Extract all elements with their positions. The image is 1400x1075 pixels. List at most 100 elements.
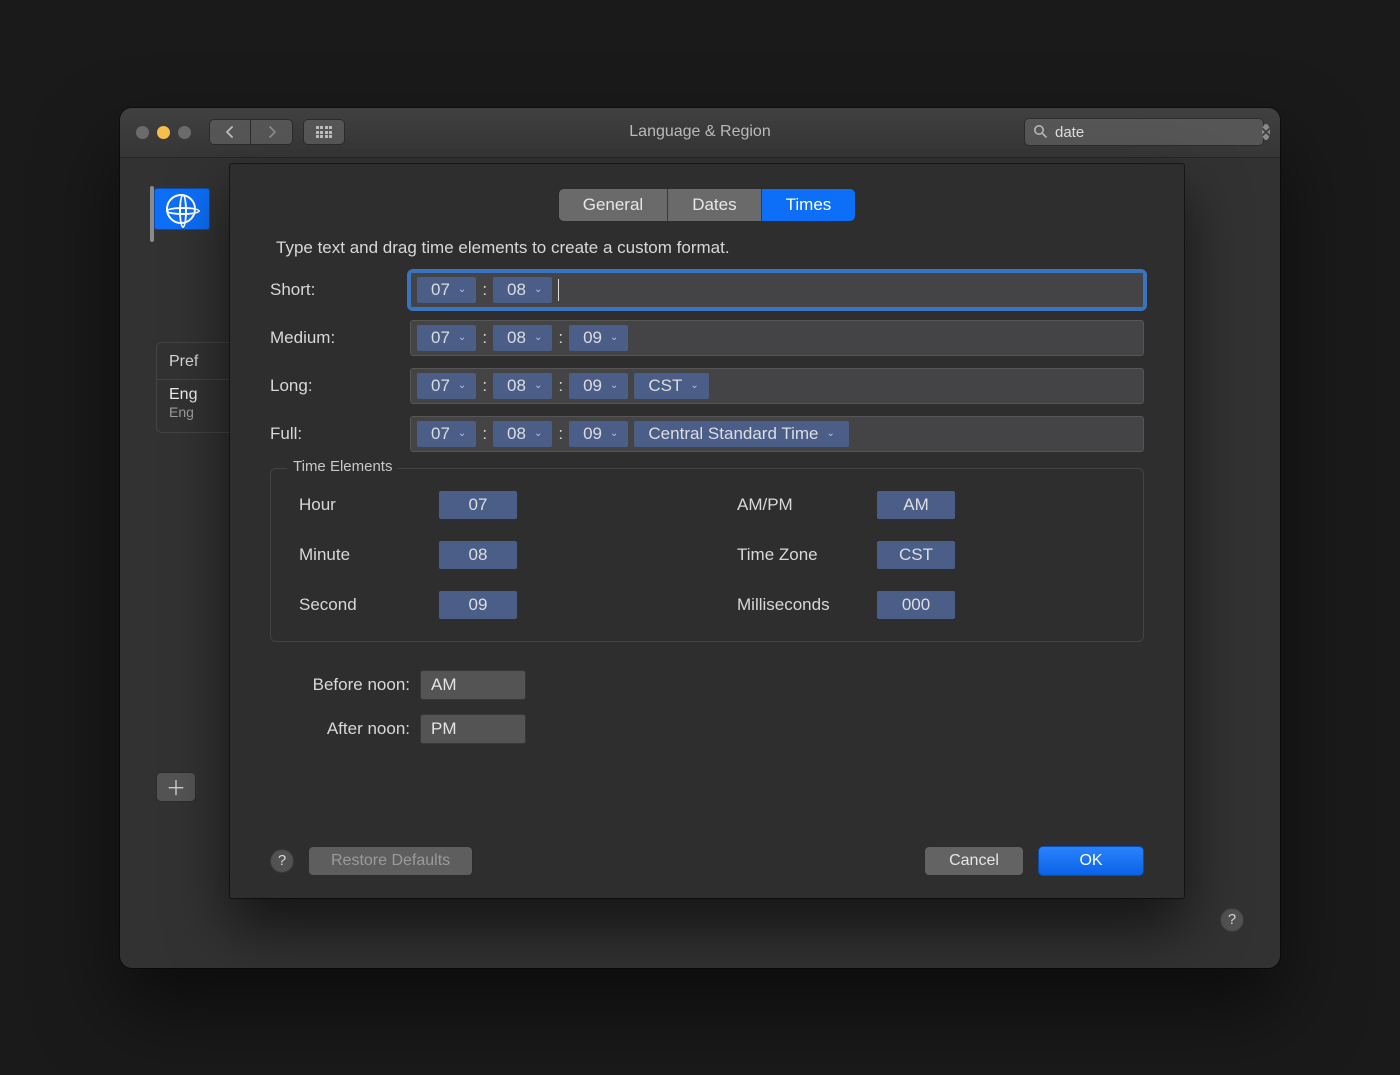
format-label: Long: xyxy=(270,376,410,396)
maximize-icon[interactable] xyxy=(178,126,191,139)
noon-rows: Before noon: AM After noon: PM xyxy=(270,670,1144,744)
before-noon-label: Before noon: xyxy=(270,675,420,695)
chevron-down-icon: ⌄ xyxy=(458,380,466,391)
minute-token[interactable]: 08⌄ xyxy=(493,277,552,303)
help-button[interactable]: ? xyxy=(1220,908,1244,932)
forward-button[interactable] xyxy=(251,119,293,145)
chevron-down-icon: ⌄ xyxy=(534,380,542,391)
tab-times[interactable]: Times xyxy=(762,189,856,221)
preferences-window: Language & Region Pref Eng Eng ＋ ? xyxy=(120,108,1280,968)
minute-token[interactable]: 08⌄ xyxy=(493,421,552,447)
separator: : xyxy=(482,280,487,300)
chevron-down-icon: ⌄ xyxy=(534,332,542,343)
before-noon-input[interactable]: AM xyxy=(420,670,526,700)
sheet-footer: ? Restore Defaults Cancel OK xyxy=(270,824,1144,876)
element-second: Second 09 xyxy=(299,591,677,619)
hour-token[interactable]: 07⌄ xyxy=(417,373,476,399)
format-row-long: Long: 07⌄ : 08⌄ : 09⌄ CST⌄ xyxy=(270,368,1144,404)
element-label: Milliseconds xyxy=(737,595,877,615)
close-icon[interactable] xyxy=(136,126,149,139)
minute-chip[interactable]: 08 xyxy=(439,541,517,569)
chevron-down-icon: ⌄ xyxy=(534,284,542,295)
format-label: Short: xyxy=(270,280,410,300)
hint-text: Type text and drag time elements to crea… xyxy=(270,238,1144,258)
tz-token[interactable]: Central Standard Time⌄ xyxy=(634,421,848,447)
clear-search-button[interactable] xyxy=(1262,124,1270,140)
after-noon-row: After noon: PM xyxy=(270,714,1144,744)
chevron-down-icon: ⌄ xyxy=(610,428,618,439)
hour-token[interactable]: 07⌄ xyxy=(417,421,476,447)
format-sheet: General Dates Times Type text and drag t… xyxy=(230,164,1184,898)
minimize-icon[interactable] xyxy=(157,126,170,139)
grid-icon xyxy=(316,126,333,138)
second-token[interactable]: 09⌄ xyxy=(569,373,628,399)
after-noon-input[interactable]: PM xyxy=(420,714,526,744)
after-noon-label: After noon: xyxy=(270,719,420,739)
search-field[interactable] xyxy=(1024,118,1264,146)
format-rows: Short: 07⌄ : 08⌄ Medium: 07⌄ : 08⌄ : 09⌄ xyxy=(270,272,1144,464)
element-label: Second xyxy=(299,595,439,615)
titlebar: Language & Region xyxy=(120,108,1280,158)
format-label: Medium: xyxy=(270,328,410,348)
format-field-long[interactable]: 07⌄ : 08⌄ : 09⌄ CST⌄ xyxy=(410,368,1144,404)
hour-chip[interactable]: 07 xyxy=(439,491,517,519)
ok-button[interactable]: OK xyxy=(1038,846,1144,876)
element-ms: Milliseconds 000 xyxy=(737,591,1115,619)
element-label: Minute xyxy=(299,545,439,565)
chevron-down-icon: ⌄ xyxy=(610,380,618,391)
cancel-button[interactable]: Cancel xyxy=(924,846,1024,876)
chevron-down-icon: ⌄ xyxy=(534,428,542,439)
sheet-help-button[interactable]: ? xyxy=(270,849,294,873)
format-row-full: Full: 07⌄ : 08⌄ : 09⌄ Central Standard T… xyxy=(270,416,1144,452)
minute-token[interactable]: 08⌄ xyxy=(493,373,552,399)
add-language-button[interactable]: ＋ xyxy=(156,772,196,802)
ms-chip[interactable]: 000 xyxy=(877,591,955,619)
text-caret xyxy=(558,279,559,301)
separator: : xyxy=(558,376,563,396)
tz-token[interactable]: CST⌄ xyxy=(634,373,708,399)
time-elements-group: Time Elements Hour 07 AM/PM AM Minute 08… xyxy=(270,468,1144,642)
second-token[interactable]: 09⌄ xyxy=(569,325,628,351)
hour-token[interactable]: 07⌄ xyxy=(417,325,476,351)
hour-token[interactable]: 07⌄ xyxy=(417,277,476,303)
ampm-chip[interactable]: AM xyxy=(877,491,955,519)
tab-dates[interactable]: Dates xyxy=(668,189,761,221)
format-field-full[interactable]: 07⌄ : 08⌄ : 09⌄ Central Standard Time⌄ xyxy=(410,416,1144,452)
chevron-down-icon: ⌄ xyxy=(458,332,466,343)
separator: : xyxy=(558,424,563,444)
chevron-down-icon: ⌄ xyxy=(458,428,466,439)
second-token[interactable]: 09⌄ xyxy=(569,421,628,447)
tab-bar: General Dates Times xyxy=(558,188,857,222)
search-input[interactable] xyxy=(1053,123,1256,142)
separator: : xyxy=(558,328,563,348)
language-region-icon xyxy=(146,184,210,232)
separator: : xyxy=(482,376,487,396)
search-icon xyxy=(1033,124,1047,140)
element-minute: Minute 08 xyxy=(299,541,677,569)
tz-chip[interactable]: CST xyxy=(877,541,955,569)
back-button[interactable] xyxy=(209,119,251,145)
format-field-medium[interactable]: 07⌄ : 08⌄ : 09⌄ xyxy=(410,320,1144,356)
element-label: AM/PM xyxy=(737,495,877,515)
chevron-down-icon: ⌄ xyxy=(458,284,466,295)
element-ampm: AM/PM AM xyxy=(737,491,1115,519)
format-label: Full: xyxy=(270,424,410,444)
restore-defaults-button[interactable]: Restore Defaults xyxy=(308,846,473,876)
element-label: Hour xyxy=(299,495,439,515)
minute-token[interactable]: 08⌄ xyxy=(493,325,552,351)
tab-general[interactable]: General xyxy=(559,189,668,221)
group-title: Time Elements xyxy=(287,458,398,475)
chevron-down-icon: ⌄ xyxy=(827,428,835,439)
traffic-lights xyxy=(136,126,191,139)
second-chip[interactable]: 09 xyxy=(439,591,517,619)
separator: : xyxy=(482,328,487,348)
chevron-down-icon: ⌄ xyxy=(610,332,618,343)
show-all-button[interactable] xyxy=(303,119,345,145)
nav-buttons xyxy=(209,119,293,145)
format-row-short: Short: 07⌄ : 08⌄ xyxy=(270,272,1144,308)
chevron-down-icon: ⌄ xyxy=(690,380,698,391)
format-field-short[interactable]: 07⌄ : 08⌄ xyxy=(410,272,1144,308)
separator: : xyxy=(482,424,487,444)
format-row-medium: Medium: 07⌄ : 08⌄ : 09⌄ xyxy=(270,320,1144,356)
element-hour: Hour 07 xyxy=(299,491,677,519)
